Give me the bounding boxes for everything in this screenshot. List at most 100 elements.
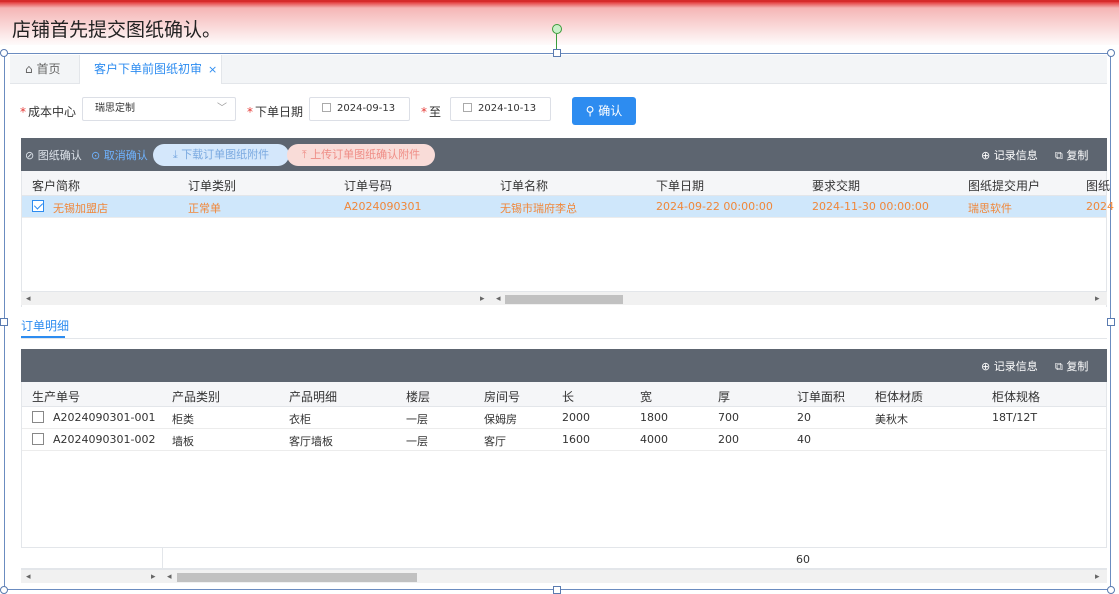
- date-from-value: 2024-09-13: [337, 103, 396, 114]
- total-area: 60: [796, 553, 810, 566]
- date-from-input[interactable]: 2024-09-13: [309, 97, 410, 121]
- divider: [21, 338, 1107, 339]
- col-header[interactable]: 长: [562, 388, 574, 405]
- scroll-right-icon[interactable]: ▸: [151, 570, 156, 584]
- cost-center-label: * 成本中心: [20, 105, 77, 119]
- cell-spec: 18T/12T: [992, 411, 1038, 424]
- upload-icon: ⤒: [301, 148, 307, 161]
- chevron-down-icon: ﹀: [217, 103, 227, 114]
- cost-center-select[interactable]: 瑞思定制 ﹀: [82, 97, 236, 121]
- tab-bar: ⌂ 首页 客户下单前图纸初审 ×: [10, 55, 1107, 84]
- copy-button[interactable]: ⧉ 复制: [1055, 147, 1088, 163]
- cell-floor: 一层: [406, 413, 428, 426]
- cell-width: 1800: [640, 411, 668, 424]
- row-checkbox[interactable]: [32, 200, 44, 212]
- col-header[interactable]: 订单名称: [500, 177, 548, 194]
- upload-attachment-button[interactable]: ⤒ 上传订单图纸确认附件: [287, 144, 435, 166]
- col-header[interactable]: 产品明细: [289, 388, 337, 405]
- scroll-thumb[interactable]: [177, 573, 417, 582]
- col-header[interactable]: 厚: [718, 388, 730, 405]
- cell-length: 1600: [562, 433, 590, 446]
- scroll-right-icon[interactable]: ▸: [1095, 292, 1100, 306]
- date-to-input[interactable]: 2024-10-13: [450, 97, 551, 121]
- resize-handle[interactable]: [0, 49, 8, 57]
- scroll-left-icon[interactable]: ◂: [26, 292, 31, 306]
- details-summary-row: 60: [21, 547, 1107, 570]
- col-header[interactable]: 宽: [640, 388, 652, 405]
- col-header[interactable]: 订单号码: [344, 177, 392, 194]
- resize-handle[interactable]: [0, 586, 8, 594]
- details-hscrollbar[interactable]: ◂ ▸ ◂ ▸: [21, 569, 1107, 583]
- row-checkbox[interactable]: [32, 411, 44, 423]
- cell-floor: 一层: [406, 435, 428, 448]
- cell-user: 瑞思软件: [968, 202, 1012, 215]
- col-header[interactable]: 订单类别: [188, 177, 236, 194]
- cancel-confirm-button[interactable]: ⊙ 取消确认: [91, 147, 148, 163]
- confirm-button[interactable]: ⚲ 确认: [572, 97, 636, 125]
- app-window: ⌂ 首页 客户下单前图纸初审 × * 成本中心 瑞思定制 ﹀ * 下单日期 2024-0…: [10, 55, 1114, 588]
- date-to-value: 2024-10-13: [478, 103, 537, 114]
- to-label: * 至: [421, 105, 442, 119]
- close-icon[interactable]: ×: [208, 63, 217, 76]
- record-info-button[interactable]: ⊕ 记录信息: [981, 358, 1038, 374]
- tab-drawing-review[interactable]: 客户下单前图纸初审 ×: [79, 55, 222, 84]
- tab-drawing-review-label: 客户下单前图纸初审: [94, 62, 203, 76]
- resize-handle[interactable]: [1107, 318, 1115, 326]
- rotate-handle[interactable]: [552, 24, 562, 34]
- cell-category: 柜类: [172, 413, 194, 426]
- details-grid-header: 生产单号 产品类别 产品明细 楼层 房间号 长 宽 厚 订单面积 柜体材质 柜体…: [22, 382, 1106, 407]
- col-header[interactable]: 图纸: [1086, 177, 1110, 194]
- orders-grid-header: 客户简称 订单类别 订单号码 订单名称 下单日期 要求交期 图纸提交用户 图纸: [22, 171, 1110, 196]
- home-icon: ⌂: [25, 62, 33, 76]
- row-checkbox[interactable]: [32, 433, 44, 445]
- orders-toolbar: ⊘ 图纸确认 ⊙ 取消确认 ⤓ 下载订单图纸附件 ⤒ 上传订单图纸确认附件 ⊕ …: [21, 138, 1107, 171]
- tab-home[interactable]: ⌂ 首页: [25, 55, 60, 84]
- tab-order-detail[interactable]: 订单明细: [21, 317, 69, 334]
- col-header[interactable]: 产品类别: [172, 388, 220, 405]
- col-header[interactable]: 楼层: [406, 388, 430, 405]
- cell-name: 无锡市瑞府李总: [500, 202, 577, 215]
- col-header[interactable]: 柜体规格: [992, 388, 1040, 405]
- cell-order-date: 2024-09-22 00:00:00: [656, 200, 773, 213]
- copy-button[interactable]: ⧉ 复制: [1055, 358, 1088, 374]
- orders-hscrollbar[interactable]: ◂ ▸ ◂ ▸: [21, 291, 1107, 305]
- col-header[interactable]: 订单面积: [797, 388, 845, 405]
- col-header[interactable]: 柜体材质: [875, 388, 923, 405]
- confirm-button-label: 确认: [598, 104, 623, 118]
- download-attachment-button[interactable]: ⤓ 下载订单图纸附件: [153, 144, 289, 166]
- scroll-right-icon[interactable]: ▸: [480, 292, 485, 306]
- table-row[interactable]: 无锡加盟店 正常单 A2024090301 无锡市瑞府李总 2024-09-22…: [22, 196, 1114, 218]
- cell-order-no: A2024090301: [344, 200, 422, 213]
- cell-due-date: 2024-11-30 00:00:00: [812, 200, 929, 213]
- col-header[interactable]: 要求交期: [812, 177, 860, 194]
- record-info-button[interactable]: ⊕ 记录信息: [981, 147, 1038, 163]
- resize-handle[interactable]: [553, 586, 561, 594]
- col-header[interactable]: 客户简称: [32, 177, 80, 194]
- confirm-drawing-button[interactable]: ⊘ 图纸确认: [25, 147, 82, 163]
- calendar-icon: [322, 103, 331, 112]
- scroll-left-icon[interactable]: ◂: [26, 570, 31, 584]
- table-row[interactable]: A2024090301-001 柜类 衣柜 一层 保姆房 2000 1800 7…: [22, 407, 1106, 429]
- cell-material: 美秋木: [875, 413, 908, 426]
- resize-handle[interactable]: [0, 318, 8, 326]
- resize-handle[interactable]: [1107, 586, 1115, 594]
- download-icon: ⤓: [172, 148, 178, 161]
- table-row[interactable]: A2024090301-002 墙板 客厅墙板 一层 客厅 1600 4000 …: [22, 429, 1106, 451]
- col-header[interactable]: 生产单号: [32, 388, 80, 405]
- scroll-thumb[interactable]: [505, 295, 623, 304]
- order-date-label: * 下单日期: [247, 105, 304, 119]
- resize-handle[interactable]: [1107, 49, 1115, 57]
- scroll-right-icon[interactable]: ▸: [1095, 570, 1100, 584]
- col-header[interactable]: 房间号: [484, 388, 520, 405]
- scroll-left-icon[interactable]: ◂: [496, 292, 501, 306]
- cell-width: 4000: [640, 433, 668, 446]
- cell-thick: 700: [718, 411, 739, 424]
- cell-area: 20: [797, 411, 811, 424]
- resize-handle[interactable]: [553, 49, 561, 57]
- annotation-banner: 店铺首先提交图纸确认。: [0, 0, 1119, 45]
- cell-prod-no: A2024090301-002: [53, 433, 156, 446]
- col-header[interactable]: 下单日期: [656, 177, 704, 194]
- scroll-left-icon[interactable]: ◂: [167, 570, 172, 584]
- col-header[interactable]: 图纸提交用户: [968, 177, 1040, 194]
- cell-detail: 衣柜: [289, 413, 311, 426]
